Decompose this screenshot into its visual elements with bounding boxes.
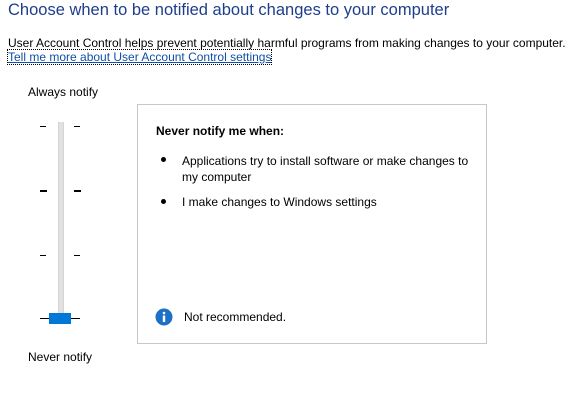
notification-level-slider[interactable] — [36, 118, 88, 328]
bullet-item: I make changes to Windows settings — [182, 195, 377, 209]
slider-tick-right — [74, 190, 81, 192]
info-icon — [155, 308, 173, 326]
slider-tick-left — [40, 190, 47, 192]
recommendation-text: Not recommended. — [184, 310, 287, 324]
bullet-dot — [161, 199, 166, 204]
slider-top-label: Always notify — [28, 85, 99, 99]
slider-track[interactable] — [58, 122, 64, 322]
bullet-dot — [161, 157, 166, 162]
level-description-panel: Never notify me when: Applications try t… — [137, 104, 487, 344]
bullet-item: Applications try to install software or … — [182, 154, 469, 184]
slider-tick-right — [71, 318, 80, 319]
learn-more-link[interactable]: Tell me more about User Account Control … — [6, 49, 273, 65]
slider-bottom-label: Never notify — [28, 350, 93, 364]
slider-tick-left — [40, 126, 46, 127]
slider-tick-left — [40, 318, 49, 319]
page-title: Choose when to be notified about changes… — [8, 1, 450, 19]
panel-heading: Never notify me when: — [156, 124, 285, 138]
slider-tick-right — [74, 126, 80, 127]
uac-settings-page: Choose when to be notified about changes… — [0, 0, 583, 397]
slider-thumb[interactable] — [49, 313, 71, 324]
slider-tick-right — [74, 255, 80, 256]
slider-tick-left — [40, 255, 46, 256]
page-description: User Account Control helps prevent poten… — [8, 36, 566, 50]
